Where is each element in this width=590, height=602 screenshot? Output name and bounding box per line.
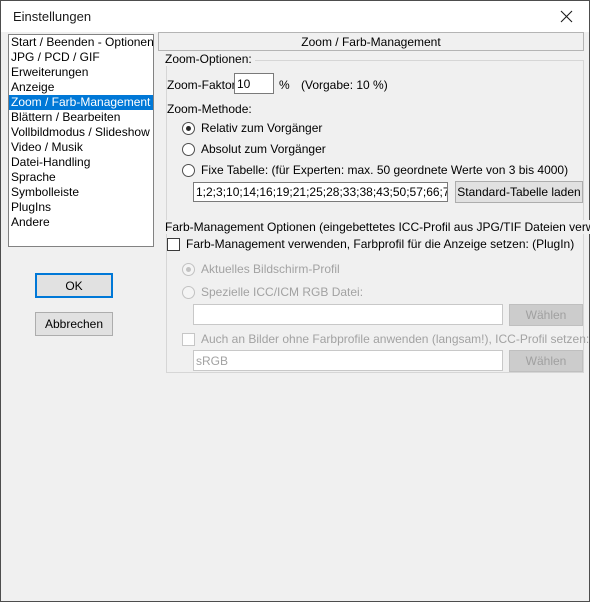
zoom-factor-label: Zoom-Faktor: [167,78,240,92]
radio-absolut-zum-vorgaenger[interactable] [182,143,195,156]
tab-panel: Zoom / Farb-Management Zoom-Optionen: Zo… [158,32,590,380]
zoom-options-group-label: Zoom-Optionen: [164,52,255,66]
sidebar-item-jpg[interactable]: JPG / PCD / GIF [9,50,153,65]
tab-title: Zoom / Farb-Management [301,34,441,49]
settings-dialog: Einstellungen Start / Beenden - Optionen… [0,0,590,602]
ok-button[interactable]: OK [35,273,113,298]
sidebar-item-video-musik[interactable]: Video / Musik [9,140,153,155]
sidebar-item-erweiterungen[interactable]: Erweiterungen [9,65,153,80]
sidebar-item-symbolleiste[interactable]: Symbolleiste [9,185,153,200]
sidebar-item-datei-handling[interactable]: Datei-Handling [9,155,153,170]
tab-zoom-farb-management[interactable]: Zoom / Farb-Management [158,32,584,51]
checkbox-apply-to-images-without-profile-label: Auch an Bilder ohne Farbprofile anwenden… [201,332,590,346]
sidebar-item-start[interactable]: Start / Beenden - Optionen [9,35,153,50]
sidebar-item-andere[interactable]: Andere [9,215,153,230]
zoom-factor-default-hint: (Vorgabe: 10 %) [301,78,388,92]
settings-category-list[interactable]: Start / Beenden - Optionen JPG / PCD / G… [8,34,154,247]
sidebar-item-vollbildmodus[interactable]: Vollbildmodus / Slideshow [9,125,153,140]
title-bar: Einstellungen [1,1,589,32]
window-title: Einstellungen [13,9,92,24]
sidebar-item-sprache[interactable]: Sprache [9,170,153,185]
close-icon[interactable] [544,1,589,31]
sidebar-item-blaettern[interactable]: Blättern / Bearbeiten [9,110,153,125]
checkbox-apply-to-images-without-profile[interactable] [182,333,195,346]
radio-fixe-tabelle-label: Fixe Tabelle: (für Experten: max. 50 geo… [201,163,569,177]
icc-file-input[interactable] [193,304,503,325]
color-management-group-label: Farb-Management Optionen (eingebettetes … [164,220,590,234]
radio-aktuelles-bildschirm-profil[interactable] [182,263,195,276]
sidebar-item-plugins[interactable]: PlugIns [9,200,153,215]
radio-absolut-label: Absolut zum Vorgänger [201,142,326,156]
radio-spezielle-icc-datei-label: Spezielle ICC/ICM RGB Datei: [201,285,364,299]
sidebar-item-zoom-farb-management[interactable]: Zoom / Farb-Management [9,95,153,110]
fixed-table-input[interactable]: 1;2;3;10;14;16;19;21;25;28;33;38;43;50;5… [193,182,448,202]
zoom-method-label: Zoom-Methode: [167,102,252,116]
radio-relativ-zum-vorgaenger[interactable] [182,122,195,135]
radio-aktuelles-bildschirm-profil-label: Aktuelles Bildschirm-Profil [201,262,340,276]
choose-icc-file-button[interactable]: Wählen [509,304,583,326]
checkbox-use-color-management-label: Farb-Management verwenden, Farbprofil fü… [186,237,575,251]
choose-srgb-profile-button[interactable]: Wählen [509,350,583,372]
srgb-profile-input[interactable]: sRGB [193,350,503,371]
radio-relativ-label: Relativ zum Vorgänger [201,121,323,135]
checkbox-use-color-management[interactable] [167,238,180,251]
percent-sign-label: % [279,78,290,92]
radio-spezielle-icc-datei[interactable] [182,286,195,299]
sidebar-item-anzeige[interactable]: Anzeige [9,80,153,95]
radio-fixe-tabelle[interactable] [182,164,195,177]
load-default-table-button[interactable]: Standard-Tabelle laden [455,181,583,203]
cancel-button[interactable]: Abbrechen [35,312,113,336]
zoom-factor-input[interactable]: 10 [234,73,274,94]
